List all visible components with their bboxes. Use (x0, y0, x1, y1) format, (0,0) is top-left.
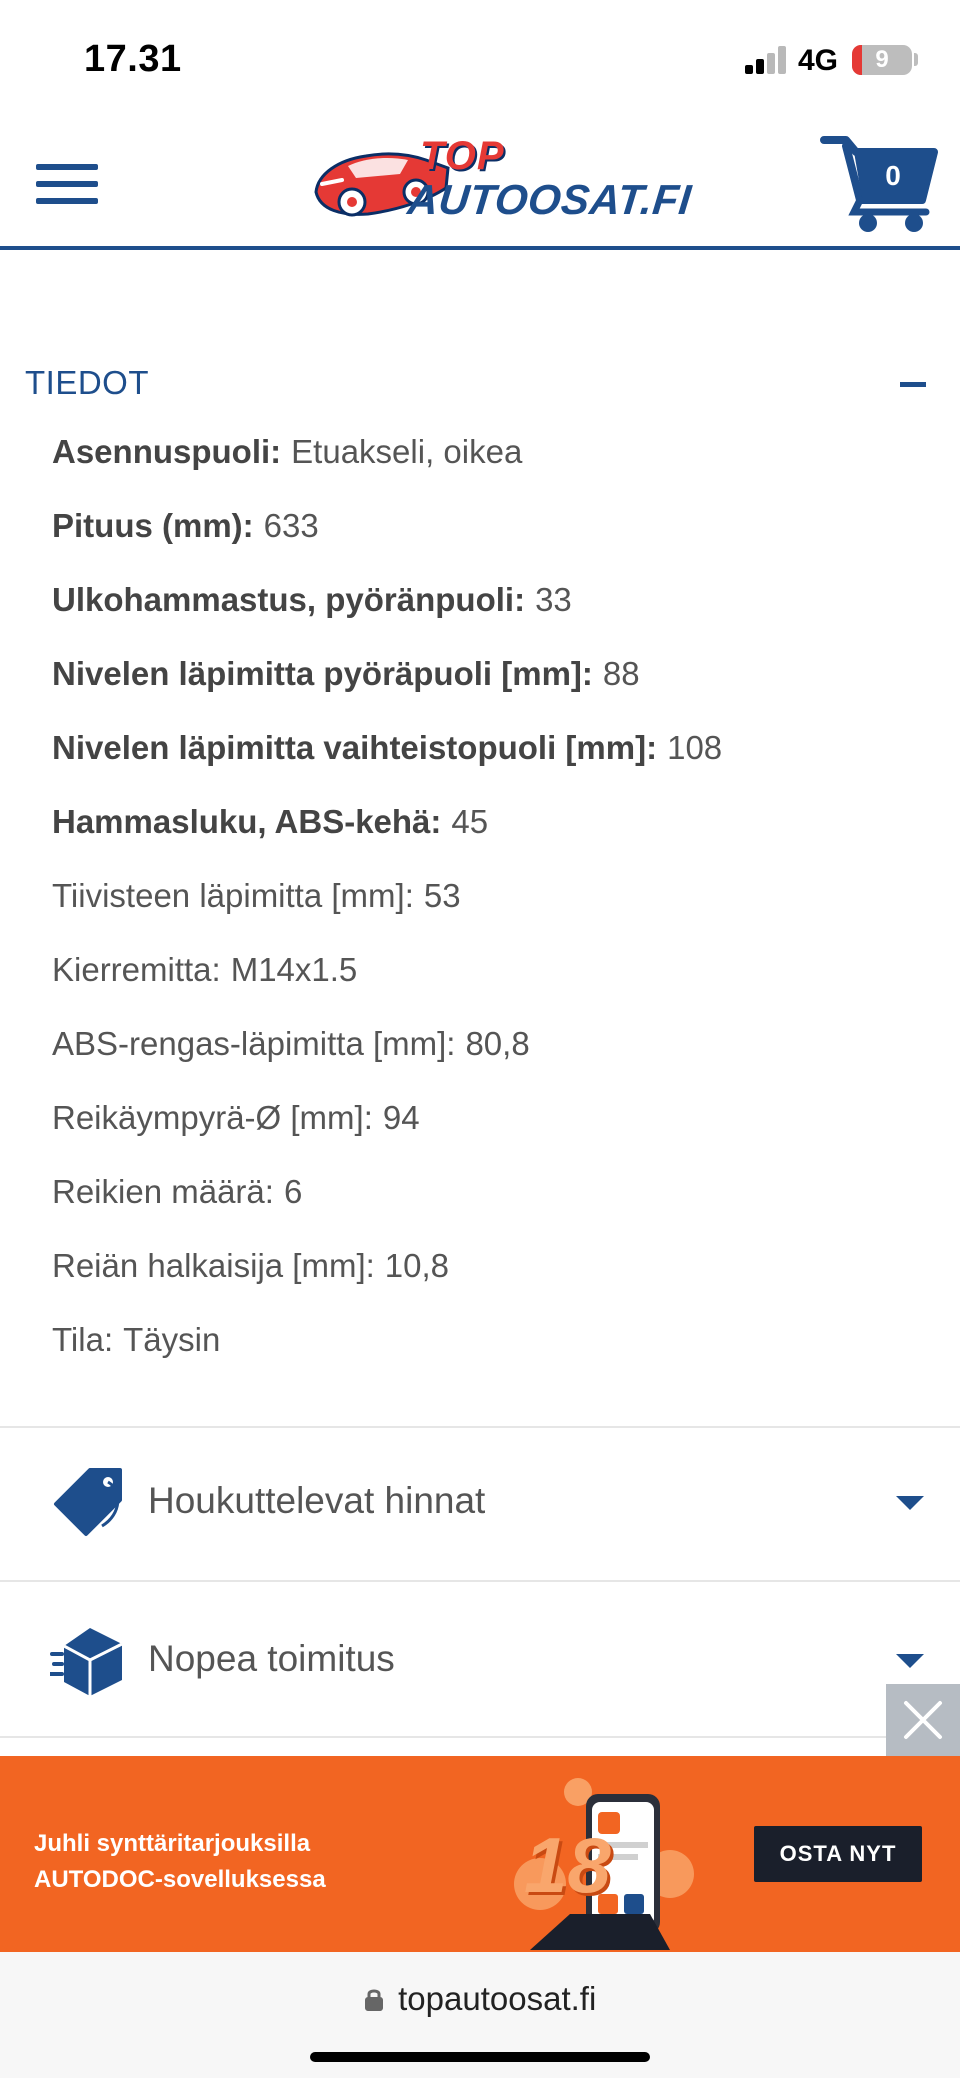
spec-value: 88 (602, 655, 640, 692)
spec-value: 45 (451, 803, 489, 840)
ad-text: Juhli synttäritarjouksilla AUTODOC-sovel… (34, 1826, 326, 1898)
ad-badge-number: 18 (524, 1821, 611, 1909)
spec-row: Tiivisteen läpimitta [mm]: 53 (52, 872, 932, 946)
url-text: topautoosat.fi (398, 1980, 597, 2017)
details-section-toggle[interactable]: TIEDOT (25, 360, 935, 408)
delivery-accordion[interactable]: Nopea toimitus (0, 1582, 960, 1732)
chevron-down-icon (896, 1496, 924, 1510)
logo-bottom-text: AUTOOSAT.FI (405, 176, 694, 223)
close-ad-button[interactable] (886, 1684, 960, 1756)
cart-count-badge: 0 (885, 160, 901, 191)
network-type: 4G (798, 44, 839, 77)
spec-row: Pituus (mm): 633 (52, 502, 932, 576)
spec-value: 108 (667, 729, 723, 766)
divider (0, 1736, 960, 1738)
spec-label: Tila: (52, 1321, 114, 1358)
spec-value: 33 (535, 581, 572, 618)
spec-label: Reikäympyrä-Ø [mm]: (52, 1099, 373, 1136)
spec-row: Nivelen läpimitta vaihteistopuoli [mm]: 1… (52, 724, 932, 798)
spec-value: 633 (263, 507, 319, 544)
menu-button[interactable] (36, 162, 98, 206)
details-title: TIEDOT (25, 364, 149, 401)
spec-row: Nivelen läpimitta pyöräpuoli [mm]: 88 (52, 650, 932, 724)
spec-row: ABS-rengas-läpimitta [mm]: 80,8 (52, 1020, 932, 1094)
spec-value: Etuakseli, oikea (291, 433, 523, 470)
home-indicator[interactable] (310, 2052, 650, 2062)
spec-row: Hammasluku, ABS-kehä: 45 (52, 798, 932, 872)
shop-now-button[interactable]: OSTA NYT (754, 1826, 922, 1882)
logo-top-text: TOP (420, 134, 505, 178)
chevron-down-icon (896, 1654, 924, 1668)
battery-icon: 9 (852, 45, 912, 75)
spec-row: Reiän halkaisija [mm]: 10,8 (52, 1242, 932, 1316)
status-bar: 17.31 4G 9 (0, 0, 960, 120)
spec-value: Täysin (123, 1321, 221, 1358)
spec-label: Nivelen läpimitta vaihteistopuoli [mm]: (52, 729, 658, 766)
spec-label: ABS-rengas-läpimitta [mm]: (52, 1025, 456, 1062)
spec-value: 53 (423, 877, 461, 914)
lock-icon (364, 1989, 383, 2011)
prices-accordion[interactable]: Houkuttelevat hinnat (0, 1428, 960, 1578)
spec-label: Reikien määrä: (52, 1173, 274, 1210)
spec-label: Nivelen läpimitta pyöräpuoli [mm]: (52, 655, 593, 692)
spec-value: M14x1.5 (230, 951, 358, 988)
spec-label: Reiän halkaisija [mm]: (52, 1247, 375, 1284)
spec-label: Tiivisteen läpimitta [mm]: (52, 877, 414, 914)
ad-banner[interactable]: Juhli synttäritarjouksilla AUTODOC-sovel… (0, 1756, 960, 1952)
spec-label: Kierremitta: (52, 951, 221, 988)
url-field[interactable]: topautoosat.fi (0, 1980, 960, 2018)
spec-list: Asennuspuoli: Etuakseli, oikea Pituus (mm… (52, 428, 932, 1390)
spec-row: Reikäympyrä-Ø [mm]: 94 (52, 1094, 932, 1168)
spec-value: 94 (382, 1099, 420, 1136)
spec-row: Kierremitta: M14x1.5 (52, 946, 932, 1020)
battery-level: 9 (875, 46, 889, 73)
site-logo[interactable]: TOP AUTOOSAT.FI (308, 130, 694, 234)
close-icon (904, 1701, 942, 1739)
ad-text-line1: Juhli synttäritarjouksilla (34, 1830, 311, 1857)
spec-row: Ulkohammastus, pyöränpuoli: 33 (52, 576, 932, 650)
minus-icon (900, 382, 926, 387)
delivery-box-icon (50, 1628, 123, 1696)
site-header: TOP AUTOOSAT.FI 0 (0, 120, 960, 250)
spec-row: Tila: Täysin (52, 1316, 932, 1390)
price-tag-icon (54, 1468, 122, 1536)
spec-label: Pituus (mm): (52, 507, 254, 544)
spec-label: Asennuspuoli: (52, 433, 282, 470)
cart-button[interactable]: 0 (820, 126, 940, 236)
status-time: 17.31 (84, 38, 182, 80)
spec-label: Hammasluku, ABS-kehä: (52, 803, 442, 840)
signal-icon (745, 46, 787, 74)
battery-cap (914, 53, 918, 66)
spec-value: 80,8 (465, 1025, 530, 1062)
spec-value: 10,8 (384, 1247, 450, 1284)
ad-text-line2: AUTODOC-sovelluksessa (34, 1866, 326, 1893)
browser-url-bar: topautoosat.fi (0, 1952, 960, 2078)
spec-value: 6 (283, 1173, 303, 1210)
prices-accordion-label: Houkuttelevat hinnat (148, 1480, 486, 1521)
spec-label: Ulkohammastus, pyöränpuoli: (52, 581, 526, 618)
spec-row: Reikien määrä: 6 (52, 1168, 932, 1242)
delivery-accordion-label: Nopea toimitus (148, 1638, 395, 1679)
spec-row: Asennuspuoli: Etuakseli, oikea (52, 428, 932, 502)
